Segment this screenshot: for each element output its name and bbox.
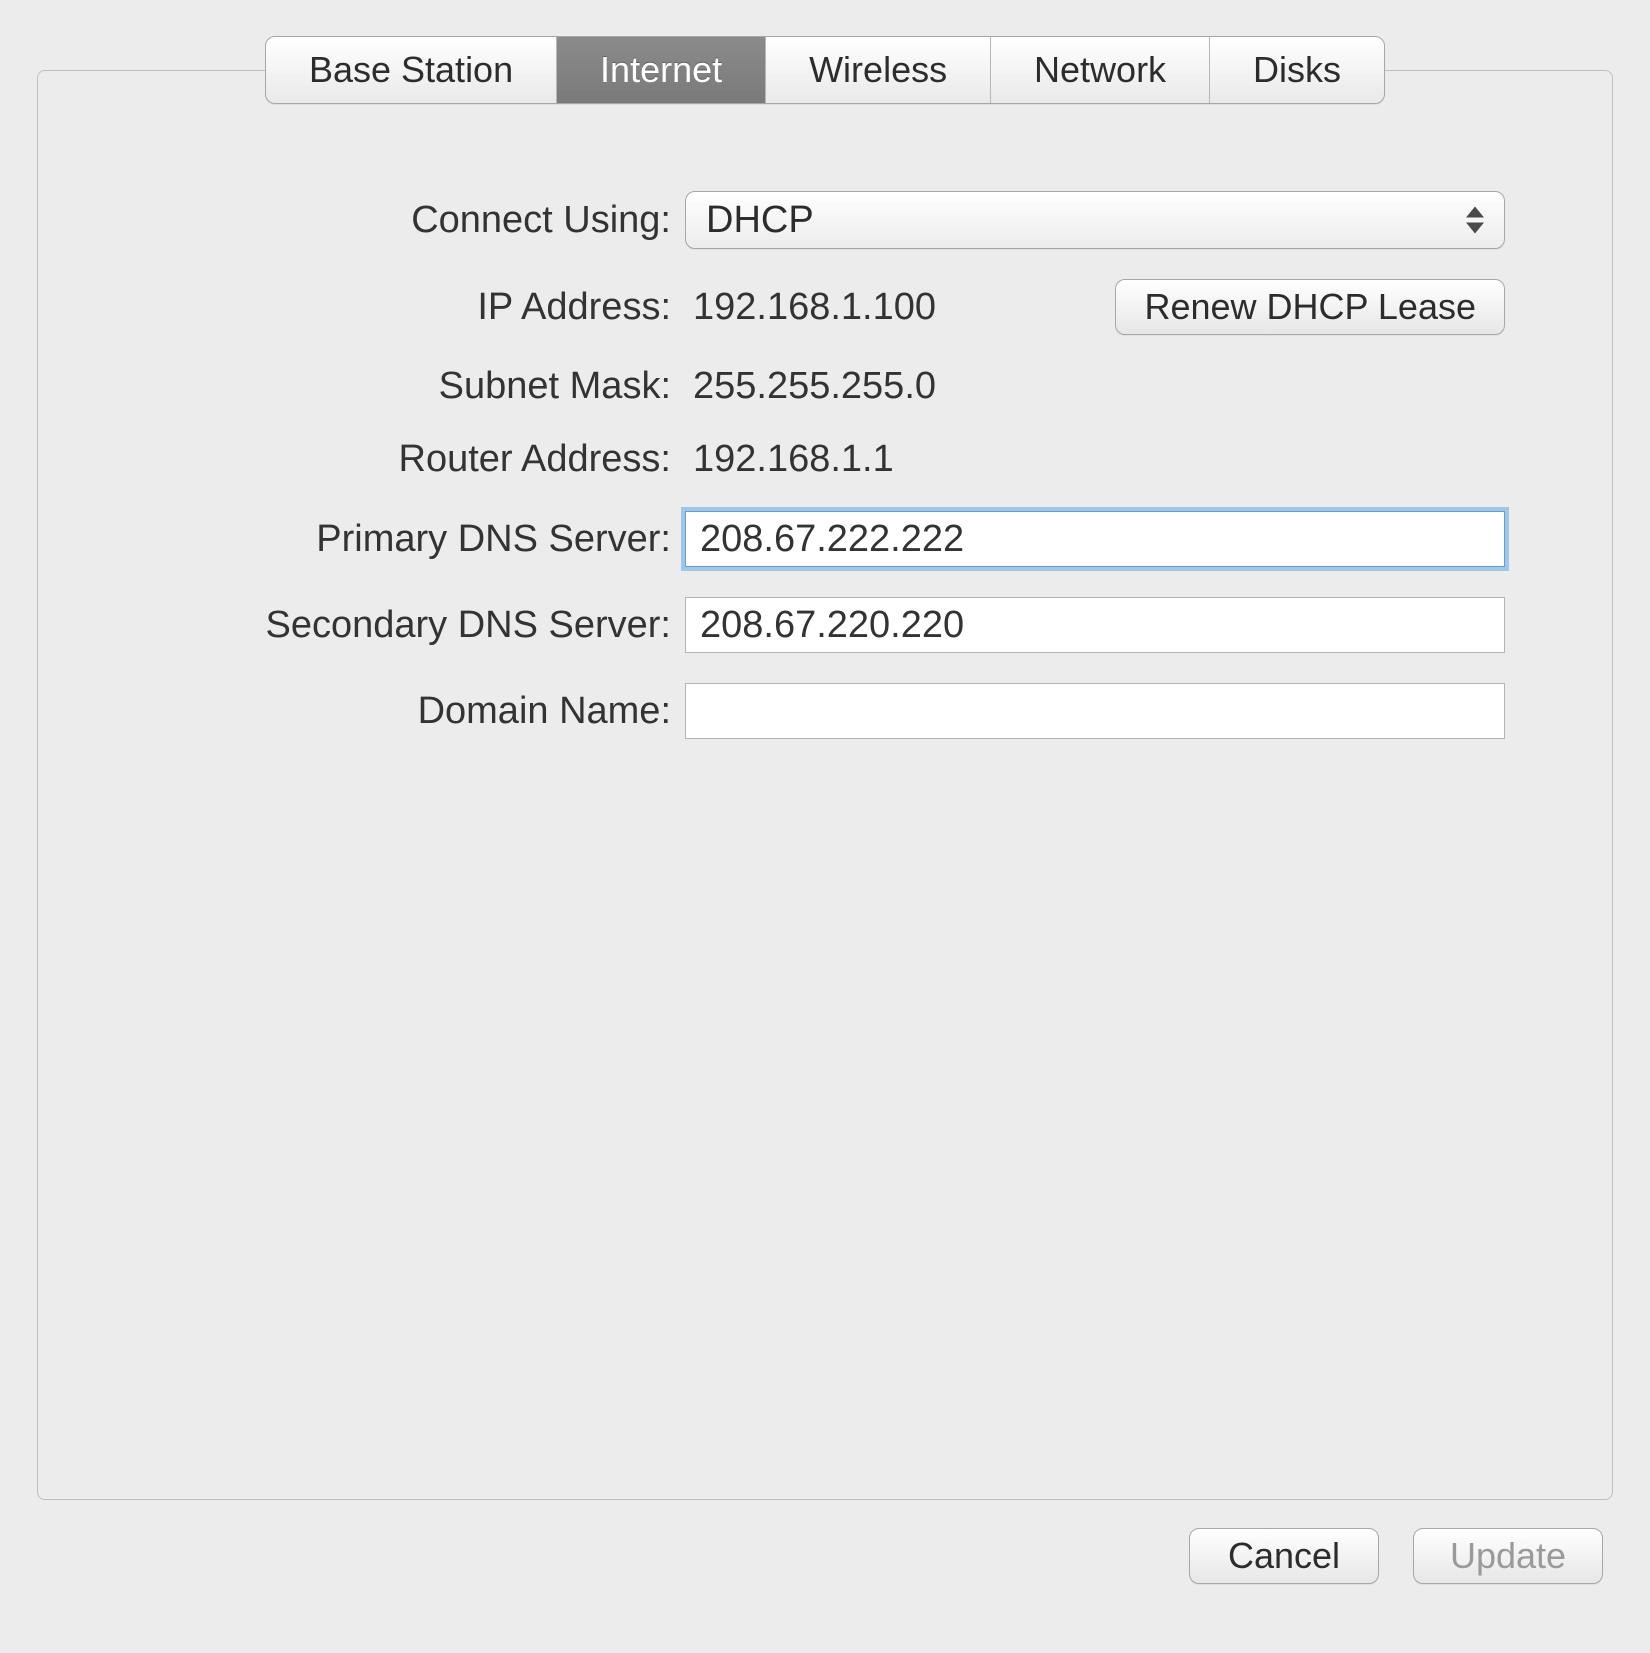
label-subnet-mask: Subnet Mask:	[125, 365, 685, 408]
connect-using-select[interactable]: DHCP	[685, 191, 1505, 249]
label-secondary-dns: Secondary DNS Server:	[125, 604, 685, 647]
internet-settings-pane: Connect Using: DHCP IP Address:	[37, 70, 1613, 1500]
label-primary-dns: Primary DNS Server:	[125, 518, 685, 561]
label-domain-name: Domain Name:	[125, 690, 685, 733]
label-router-address: Router Address:	[125, 438, 685, 481]
router-address-value: 192.168.1.1	[685, 438, 894, 481]
row-connect-using: Connect Using: DHCP	[125, 191, 1525, 249]
tab-internet[interactable]: Internet	[557, 37, 766, 103]
tab-wireless[interactable]: Wireless	[766, 37, 991, 103]
secondary-dns-input[interactable]	[685, 597, 1505, 653]
row-router-address: Router Address: 192.168.1.1	[125, 438, 1525, 481]
renew-dhcp-lease-button[interactable]: Renew DHCP Lease	[1115, 279, 1505, 335]
tab-network[interactable]: Network	[991, 37, 1210, 103]
tab-bar: Base Station Internet Wireless Network D…	[265, 36, 1385, 104]
internet-settings-form: Connect Using: DHCP IP Address:	[125, 191, 1525, 739]
domain-name-input[interactable]	[685, 683, 1505, 739]
settings-window: Base Station Internet Wireless Network D…	[0, 0, 1650, 1653]
row-secondary-dns: Secondary DNS Server:	[125, 597, 1525, 653]
ip-address-value: 192.168.1.100	[685, 286, 936, 329]
label-ip-address: IP Address:	[125, 286, 685, 329]
tab-disks[interactable]: Disks	[1210, 37, 1384, 103]
row-primary-dns: Primary DNS Server:	[125, 511, 1525, 567]
row-ip-address: IP Address: 192.168.1.100 Renew DHCP Lea…	[125, 279, 1525, 335]
row-subnet-mask: Subnet Mask: 255.255.255.0	[125, 365, 1525, 408]
update-button[interactable]: Update	[1413, 1528, 1603, 1584]
label-connect-using: Connect Using:	[125, 199, 685, 242]
footer-button-bar: Cancel Update	[37, 1528, 1613, 1584]
subnet-mask-value: 255.255.255.0	[685, 365, 936, 408]
tab-base-station[interactable]: Base Station	[266, 37, 557, 103]
primary-dns-input[interactable]	[685, 511, 1505, 567]
connect-using-value: DHCP	[706, 199, 814, 242]
cancel-button[interactable]: Cancel	[1189, 1528, 1379, 1584]
row-domain-name: Domain Name:	[125, 683, 1525, 739]
